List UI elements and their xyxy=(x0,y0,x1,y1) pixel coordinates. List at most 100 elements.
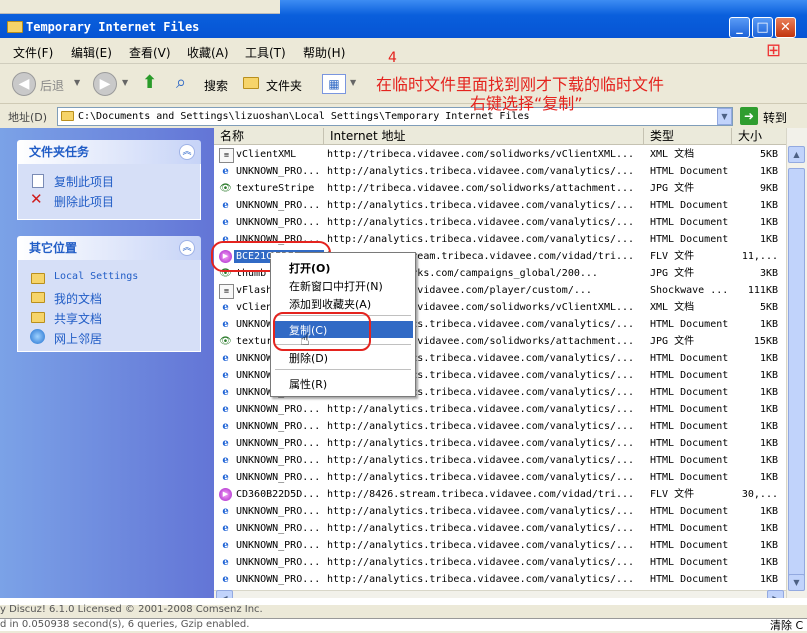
menu-file[interactable]: 文件(F) xyxy=(13,44,53,61)
back-button[interactable]: 后退 xyxy=(40,77,64,94)
annotation-line2: 右键选择“复制” xyxy=(470,94,583,113)
scroll-down-icon[interactable]: ▼ xyxy=(788,574,805,591)
table-row[interactable]: ▶ BCE21C1A04... http://8792.stream.tribeca… xyxy=(214,248,786,265)
maximize-button[interactable]: □ xyxy=(752,17,773,38)
table-row[interactable]: e UNKNOWN_PRO... http://analytics.tribeca.… xyxy=(214,163,786,180)
table-row[interactable]: e UNKNOWN_PRO... http://analytics.tribeca.… xyxy=(214,520,786,537)
ie-icon: e xyxy=(222,472,229,483)
address-dropdown-chevron-down-icon[interactable]: ▼ xyxy=(717,108,732,125)
file-type: XML 文档 xyxy=(650,149,695,160)
file-size: 1KB xyxy=(759,166,778,177)
context-add-favorites[interactable]: 添加到收藏夹(A) xyxy=(289,296,371,312)
network-places-globe-icon xyxy=(30,329,45,344)
ie-icon: e xyxy=(222,200,229,211)
close-button[interactable]: ✕ xyxy=(775,17,796,38)
file-size: 9KB xyxy=(759,183,778,194)
go-arrow-icon[interactable]: ➜ xyxy=(740,107,758,125)
up-folder-icon[interactable]: ⬆ xyxy=(142,72,164,94)
file-address: http://analytics.tribeca.vidavee.com/van… xyxy=(327,234,635,245)
background-footer-line2: d in 0.050938 second(s), 6 queries, Gzip… xyxy=(0,619,250,630)
window-title: Temporary Internet Files xyxy=(26,20,200,34)
search-button[interactable]: 搜索 xyxy=(204,77,228,94)
menu-view[interactable]: 查看(V) xyxy=(129,44,171,61)
table-row[interactable]: e UNKNOWN_PRO... http://analytics.tribeca.… xyxy=(214,214,786,231)
views-icon[interactable]: ▦ xyxy=(322,74,346,94)
image-icon: 👁 xyxy=(219,183,232,194)
annotation-step-number: 4 xyxy=(388,50,397,66)
delete-item-link[interactable]: 删除此项目 xyxy=(54,193,114,210)
other-places-header[interactable]: 其它位置 xyxy=(17,236,201,260)
image-icon: 👁 xyxy=(219,336,232,347)
ie-icon: e xyxy=(222,506,229,517)
table-row[interactable]: e UNKNOWN_PRO... http://analytics.tribeca.… xyxy=(214,197,786,214)
place-shared-documents[interactable]: 共享文档 xyxy=(54,310,102,327)
table-row[interactable]: e UNKNOWN_PRO... http://analytics.tribeca.… xyxy=(214,452,786,469)
table-row[interactable]: e UNKNOWN_PRO... http://analytics.tribeca.… xyxy=(214,469,786,486)
file-name: BCE21C1A04... xyxy=(236,251,315,262)
ie-icon: e xyxy=(222,166,229,177)
file-type: HTML Document xyxy=(650,387,729,398)
column-type[interactable]: 类型 xyxy=(644,128,732,145)
file-size: 1KB xyxy=(759,472,778,483)
ie-icon: e xyxy=(222,523,229,534)
file-type: HTML Document xyxy=(650,200,729,211)
scroll-up-icon[interactable]: ▲ xyxy=(788,146,805,163)
context-properties[interactable]: 属性(R) xyxy=(289,376,327,392)
file-type: HTML Document xyxy=(650,472,729,483)
copy-item-link[interactable]: 复制此项目 xyxy=(54,173,114,190)
context-open-new-window[interactable]: 在新窗口中打开(N) xyxy=(289,278,383,294)
file-size: 5KB xyxy=(759,149,778,160)
file-size: 1KB xyxy=(759,421,778,432)
file-size: 1KB xyxy=(759,319,778,330)
place-my-documents[interactable]: 我的文档 xyxy=(54,290,102,307)
column-address[interactable]: Internet 地址 xyxy=(324,128,644,145)
folder-tasks-header[interactable]: 文件夹任务 xyxy=(17,140,201,164)
place-network[interactable]: 网上邻居 xyxy=(54,330,102,347)
address-input[interactable]: C:\Documents and Settings\lizuoshan\Loca… xyxy=(57,107,733,126)
file-address: http://analytics.tribeca.vidavee.com/van… xyxy=(327,455,635,466)
file-type: HTML Document xyxy=(650,319,729,330)
scroll-thumb[interactable] xyxy=(788,168,805,588)
file-address: http://analytics.tribeca.vidavee.com/van… xyxy=(327,523,635,534)
table-row[interactable]: ▶ CD360B22D5D... http://8426.stream.tribec… xyxy=(214,486,786,503)
forward-arrow-icon[interactable]: ▶ xyxy=(93,72,117,96)
column-name[interactable]: 名称 xyxy=(214,128,324,145)
mouse-cursor-icon: ☝ xyxy=(300,330,310,349)
collapse-chevron-icon[interactable]: ︽ xyxy=(179,144,195,160)
column-size[interactable]: 大小 xyxy=(732,128,786,145)
file-type: HTML Document xyxy=(650,166,729,177)
menu-bar xyxy=(0,38,807,64)
chevron-down-icon[interactable]: ▼ xyxy=(350,78,356,87)
table-row[interactable]: ≡ vClientXML http://tribeca.vidavee.com/so… xyxy=(214,146,786,163)
table-row[interactable]: e UNKNOWN_PRO... http://analytics.tribeca.… xyxy=(214,401,786,418)
minimize-button[interactable]: _ xyxy=(729,17,750,38)
chevron-down-icon[interactable]: ▼ xyxy=(122,78,128,87)
place-local-settings[interactable]: Local Settings xyxy=(54,271,138,282)
chevron-down-icon[interactable]: ▼ xyxy=(74,78,80,87)
ie-icon: e xyxy=(222,370,229,381)
menu-help[interactable]: 帮助(H) xyxy=(303,44,345,61)
ie-icon: e xyxy=(222,217,229,228)
background-footer-line1: y Discuz! 6.1.0 Licensed © 2001-2008 Com… xyxy=(0,604,263,615)
menu-edit[interactable]: 编辑(E) xyxy=(71,44,112,61)
table-row[interactable]: e UNKNOWN_PRO... http://analytics.tribeca.… xyxy=(214,571,786,588)
table-row[interactable]: e UNKNOWN_PRO... http://analytics.tribeca.… xyxy=(214,537,786,554)
table-row[interactable]: e UNKNOWN_PRO... http://analytics.tribeca.… xyxy=(214,435,786,452)
file-size: 1KB xyxy=(759,574,778,585)
file-type: HTML Document xyxy=(650,234,729,245)
folders-button[interactable]: 文件夹 xyxy=(266,77,302,94)
menu-separator xyxy=(275,369,411,370)
menu-favorites[interactable]: 收藏(A) xyxy=(187,44,229,61)
go-button[interactable]: 转到 xyxy=(763,109,787,126)
context-delete[interactable]: 删除(D) xyxy=(289,350,328,366)
file-size: 1KB xyxy=(759,438,778,449)
collapse-chevron-icon[interactable]: ︽ xyxy=(179,240,195,256)
back-arrow-icon[interactable]: ◀ xyxy=(12,72,36,96)
file-size: 1KB xyxy=(759,200,778,211)
table-row[interactable]: e UNKNOWN_PRO... http://analytics.tribeca.… xyxy=(214,503,786,520)
table-row[interactable]: e UNKNOWN_PRO... http://analytics.tribeca.… xyxy=(214,554,786,571)
table-row[interactable]: 👁 textureStripe http://tribeca.vidavee.com… xyxy=(214,180,786,197)
file-size: 1KB xyxy=(759,217,778,228)
table-row[interactable]: e UNKNOWN_PRO... http://analytics.tribeca.… xyxy=(214,418,786,435)
menu-tools[interactable]: 工具(T) xyxy=(245,44,286,61)
